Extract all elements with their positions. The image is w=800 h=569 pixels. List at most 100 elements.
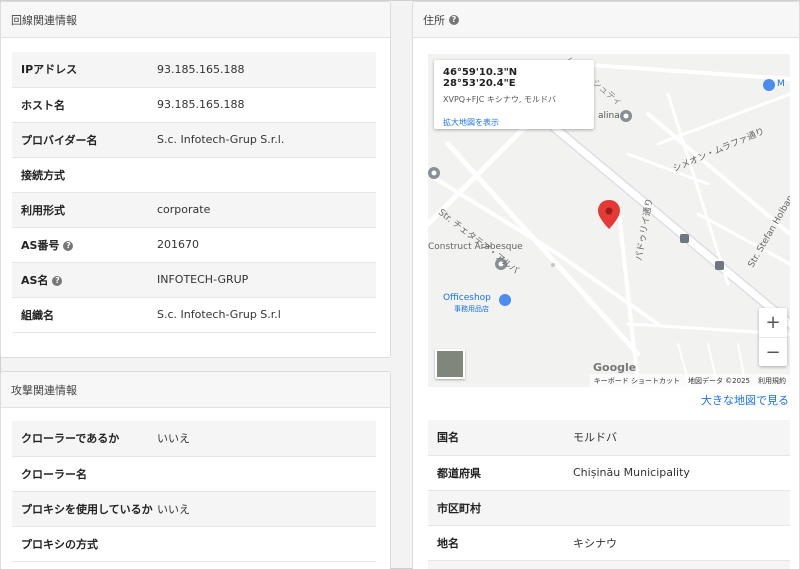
row-label: プロキシを使用しているか [21, 502, 153, 516]
table-row: プロキシの方式 [12, 526, 376, 562]
row-label-cell: プロキシの方式 [12, 526, 157, 562]
row-value [157, 157, 376, 193]
table-row: クローラー名 [12, 456, 376, 492]
table-row: 接続方式 [12, 157, 376, 193]
zoom-out-button[interactable]: − [759, 337, 787, 366]
attack-info-table: クローラーであるか いいえ クローラー名 プロキシを使用しているか いいえ プロキシの方式 [12, 421, 376, 562]
table-row: AS名? INFOTECH-GRUP [12, 262, 376, 298]
map-poi-label: alina [598, 111, 620, 121]
map-info-card: 46°59'10.3"N 28°53'20.4"E XVPQ+FJC キシナウ,… [434, 60, 594, 129]
row-label-cell [428, 560, 573, 569]
row-label: 接続方式 [21, 168, 65, 182]
row-label: 市区町村 [437, 501, 481, 515]
row-label-cell: クローラーであるか [12, 421, 157, 457]
table-row: プロキシを使用しているか いいえ [12, 491, 376, 527]
zoom-in-button[interactable]: + [759, 308, 787, 337]
row-value: 93.185.165.188 [157, 87, 376, 123]
table-row: AS番号? 201670 [12, 227, 376, 263]
row-label-cell: 地名 [428, 525, 573, 561]
connection-info-panel: 回線関連情報 IPアドレス 93.185.165.188 ホスト名 93.185.16… [0, 1, 391, 358]
row-label-cell: ホスト名 [12, 87, 157, 123]
row-label: IPアドレス [21, 63, 78, 77]
row-value: 201670 [157, 227, 376, 263]
row-label: プロキシの方式 [21, 537, 98, 551]
row-label-cell: プロキシを使用しているか [12, 491, 157, 527]
help-icon[interactable]: ? [449, 14, 459, 25]
row-value: S.c. Infotech-Grup S.r.l. [157, 122, 376, 158]
connection-info-table: IPアドレス 93.185.165.188 ホスト名 93.185.165.188 プロ… [12, 52, 376, 333]
row-value: モルドバ [573, 420, 790, 456]
table-row: ホスト名 93.185.165.188 [12, 87, 376, 123]
map-footer: キーボード ショートカット 地図データ ©2025 利用規約 [589, 374, 790, 387]
row-label: 利用形式 [21, 203, 65, 217]
help-icon[interactable]: ? [52, 275, 63, 286]
map-poi-label: M [777, 79, 785, 89]
row-value [573, 490, 790, 526]
row-label-cell: IPアドレス [12, 52, 157, 88]
google-logo: Google [593, 361, 637, 374]
row-value: corporate [157, 192, 376, 228]
attack-info-header: 攻撃関連情報 [1, 372, 390, 408]
row-value [157, 526, 376, 562]
map-plus-code: XVPQ+FJC キシナウ, モルドバ [443, 95, 556, 104]
row-label: 地名 [437, 536, 459, 550]
row-label: 組織名 [21, 308, 54, 322]
address-table: 国名 モルドバ都道府県 Chișinău Municipality 市区町村地名 キシナ… [428, 420, 790, 569]
row-label: クローラー名 [21, 467, 87, 481]
row-label: クローラーであるか [21, 432, 120, 446]
row-label-cell: AS名? [12, 262, 157, 298]
table-row [428, 560, 790, 569]
satellite-toggle[interactable] [435, 349, 465, 379]
table-row: 利用形式 corporate [12, 192, 376, 228]
table-row: 組織名 S.c. Infotech-Grup S.r.l [12, 297, 376, 333]
larger-map-link[interactable]: 大きな地図で見る [701, 392, 789, 408]
table-row: 地名 キシナウ [428, 525, 790, 561]
row-label-cell: 接続方式 [12, 157, 157, 193]
attack-info-title: 攻撃関連情報 [11, 383, 77, 397]
row-value: S.c. Infotech-Grup S.r.l [157, 297, 376, 333]
row-value: 93.185.165.188 [157, 52, 376, 88]
row-value: Chișinău Municipality [573, 455, 790, 491]
map-view[interactable]: alina ムンチェシュティ Str. チェタテア・アルバ シメオン・ムラファ通… [428, 54, 790, 387]
table-row: 国名 モルドバ [428, 420, 790, 456]
row-label: 国名 [437, 431, 459, 445]
map-coordinates: 46°59'10.3"N 28°53'20.4"E [443, 67, 518, 89]
row-label-cell: 利用形式 [12, 192, 157, 228]
map-pin[interactable] [598, 200, 620, 229]
zoom-controls: + − [759, 308, 787, 366]
table-row: 都道府県 Chișinău Municipality [428, 455, 790, 491]
view-larger-map-link[interactable]: 拡大地図を表示 [443, 117, 585, 128]
table-row: プロバイダー名 S.c. Infotech-Grup S.r.l. [12, 122, 376, 158]
row-value [573, 560, 790, 569]
row-label-cell: 組織名 [12, 297, 157, 333]
row-label: AS番号 [21, 238, 60, 252]
address-panel: 住所 ? alina Str. チェタテア・アルバ シメオン・ムラファ通り パド… [412, 1, 800, 569]
table-row: クローラーであるか いいえ [12, 421, 376, 457]
row-label-cell: 市区町村 [428, 490, 573, 526]
attack-info-panel: 攻撃関連情報 クローラーであるか いいえ クローラー名 プロキシを使用しているか いいえ… [0, 371, 391, 569]
row-value: いいえ [157, 491, 376, 527]
row-label: ホスト名 [21, 98, 65, 112]
row-label: AS名 [21, 273, 49, 287]
row-label: 都道府県 [437, 466, 481, 480]
row-label-cell: 都道府県 [428, 455, 573, 491]
row-value: INFOTECH-GRUP [157, 262, 376, 298]
row-label-cell: プロバイダー名 [12, 122, 157, 158]
map-poi-sublabel: 事務用品店 [454, 305, 489, 313]
row-label-cell: クローラー名 [12, 456, 157, 492]
map-poi-label: Construct Arabesque [428, 242, 523, 252]
connection-info-title: 回線関連情報 [11, 13, 77, 27]
keyboard-shortcuts-link[interactable]: キーボード ショートカット [594, 376, 680, 386]
table-row: IPアドレス 93.185.165.188 [12, 52, 376, 88]
map-data-attribution: 地図データ ©2025 [687, 376, 750, 385]
row-value: キシナウ [573, 525, 790, 561]
terms-link[interactable]: 利用規約 [758, 376, 786, 386]
row-label: プロバイダー名 [21, 133, 98, 147]
table-row: 市区町村 [428, 490, 790, 526]
row-label-cell: AS番号? [12, 227, 157, 263]
connection-info-header: 回線関連情報 [1, 2, 390, 38]
help-icon[interactable]: ? [63, 240, 74, 251]
row-value: いいえ [157, 421, 376, 457]
row-value [157, 456, 376, 492]
address-title: 住所 [423, 13, 445, 27]
